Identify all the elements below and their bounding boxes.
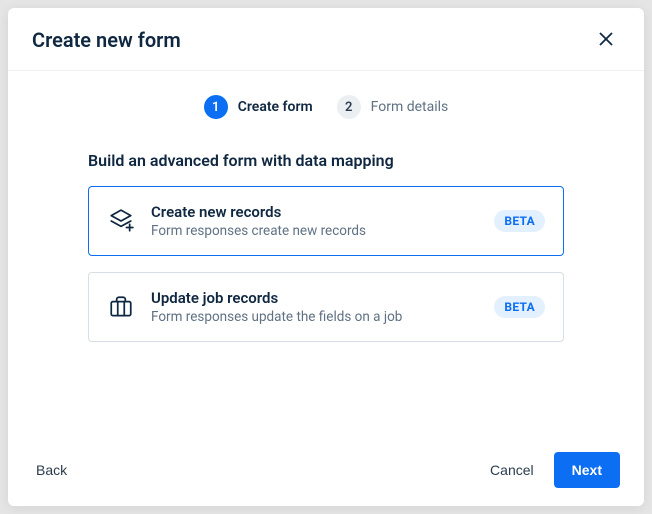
stepper: 1 Create form 2 Form details <box>32 95 620 119</box>
close-icon <box>598 31 614 50</box>
step-1-number: 1 <box>204 95 228 119</box>
modal-header: Create new form <box>8 8 644 71</box>
option-title: Create new records <box>151 203 478 221</box>
footer-left: Back <box>32 454 71 486</box>
option-title: Update job records <box>151 289 478 307</box>
modal-body: 1 Create form 2 Form details Build an ad… <box>8 71 644 434</box>
create-form-modal: Create new form 1 Create form 2 Form det… <box>8 8 644 506</box>
step-2-number: 2 <box>337 95 361 119</box>
options-list: Create new records Form responses create… <box>32 186 620 342</box>
modal-footer: Back Cancel Next <box>8 434 644 506</box>
option-content: Update job records Form responses update… <box>151 289 478 325</box>
cancel-button[interactable]: Cancel <box>486 454 538 486</box>
back-button[interactable]: Back <box>32 454 71 486</box>
next-button[interactable]: Next <box>554 452 620 488</box>
step-2[interactable]: 2 Form details <box>337 95 449 119</box>
option-create-new-records[interactable]: Create new records Form responses create… <box>88 186 564 256</box>
layers-plus-icon <box>107 207 135 235</box>
beta-badge: BETA <box>494 296 545 318</box>
option-update-job-records[interactable]: Update job records Form responses update… <box>88 272 564 342</box>
option-desc: Form responses create new records <box>151 223 478 239</box>
close-button[interactable] <box>592 26 620 54</box>
beta-badge: BETA <box>494 210 545 232</box>
footer-right: Cancel Next <box>486 452 620 488</box>
option-content: Create new records Form responses create… <box>151 203 478 239</box>
section-title: Build an advanced form with data mapping <box>88 151 620 170</box>
suitcase-icon <box>107 293 135 321</box>
step-2-label: Form details <box>371 99 449 115</box>
modal-title: Create new form <box>32 28 181 52</box>
option-desc: Form responses update the fields on a jo… <box>151 309 478 325</box>
step-1-label: Create form <box>238 99 313 115</box>
step-1[interactable]: 1 Create form <box>204 95 313 119</box>
